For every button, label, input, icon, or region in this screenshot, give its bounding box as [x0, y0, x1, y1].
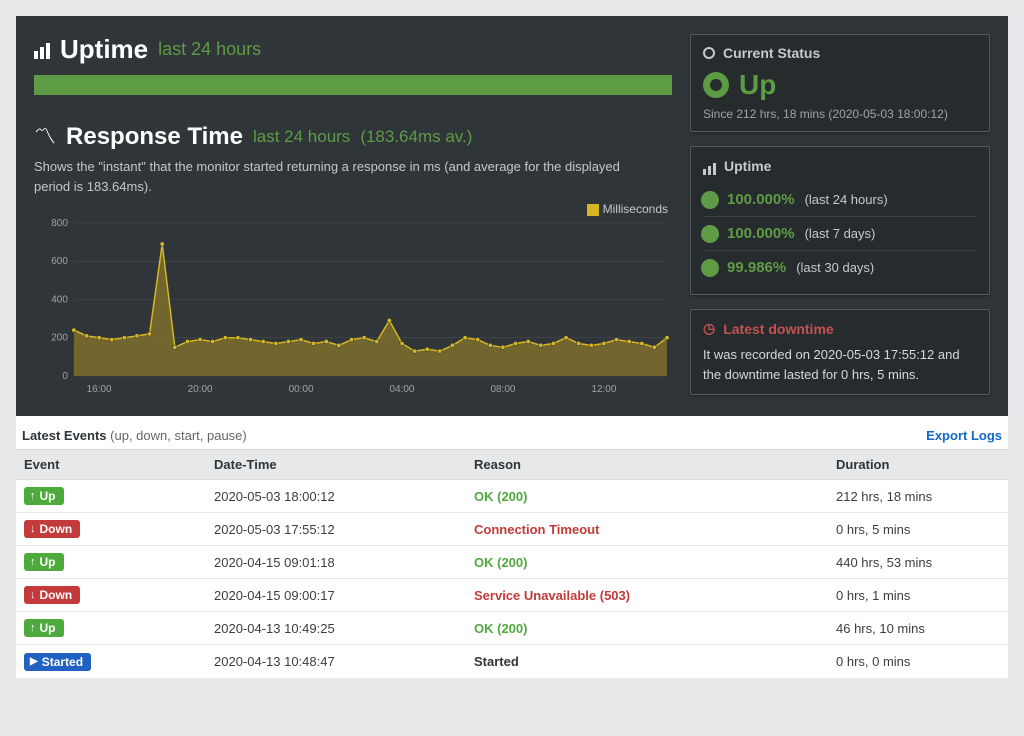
event-badge-up: ↑ Up [24, 487, 64, 505]
current-status-header-label: Current Status [723, 45, 820, 61]
events-title-rest: (up, down, start, pause) [110, 428, 247, 443]
svg-text:400: 400 [51, 294, 68, 305]
event-duration: 440 hrs, 53 mins [828, 546, 1008, 579]
table-row: ▶ Started 2020-04-13 10:48:47 Started 0 hrs… [16, 645, 1008, 679]
table-row: ↓ Down 2020-04-15 09:00:17 Service Unavail… [16, 579, 1008, 612]
starburst-icon [703, 227, 717, 241]
uptime-period: (last 24 hours) [805, 192, 888, 207]
uptime-row: 100.000% (last 24 hours) [703, 183, 977, 216]
latest-downtime-header: ◷ Latest downtime [703, 320, 977, 337]
status-up-text: Up [739, 69, 776, 101]
table-row: ↑ Up 2020-04-13 10:49:25 OK (200) 46 hrs, 1… [16, 612, 1008, 645]
current-status-card: Current Status Up Since 212 hrs, 18 mins… [690, 34, 990, 132]
uptime-pct: 100.000% [727, 225, 795, 242]
starburst-icon [703, 193, 717, 207]
uptime-card-header-label: Uptime [724, 158, 771, 174]
col-datetime: Date-Time [206, 450, 466, 480]
event-datetime: 2020-04-15 09:00:17 [206, 579, 466, 612]
warning-icon: ◷ [703, 320, 715, 337]
latest-downtime-card: ◷ Latest downtime It was recorded on 202… [690, 309, 990, 395]
uptime-rows: 100.000% (last 24 hours) 100.000% (last 7 d… [703, 183, 977, 284]
event-datetime: 2020-04-13 10:48:47 [206, 645, 466, 679]
event-reason: OK (200) [474, 489, 527, 504]
event-duration: 212 hrs, 18 mins [828, 480, 1008, 513]
chart-legend: Milliseconds [34, 202, 672, 216]
event-badge-down: ↓ Down [24, 586, 80, 604]
event-badge-up: ↑ Up [24, 553, 64, 571]
uptime-header: Uptime last 24 hours [34, 34, 672, 65]
uptime-pct: 100.000% [727, 191, 795, 208]
uptime-card: Uptime 100.000% (last 24 hours) 100.000% (l… [690, 146, 990, 295]
uptime-pct: 99.986% [727, 259, 786, 276]
current-status-header: Current Status [703, 45, 977, 61]
uptime-period: (last 30 days) [796, 260, 874, 275]
svg-text:200: 200 [51, 333, 68, 344]
response-time-sub2: (183.64ms av.) [360, 127, 472, 147]
left-column: Uptime last 24 hours 〽 Response Time las… [34, 34, 672, 398]
bars-icon [34, 41, 50, 59]
event-reason: OK (200) [474, 621, 527, 636]
uptime-subtitle: last 24 hours [158, 39, 261, 60]
event-duration: 0 hrs, 5 mins [828, 513, 1008, 546]
event-duration: 0 hrs, 1 mins [828, 579, 1008, 612]
event-badge-down: ↓ Down [24, 520, 80, 538]
svg-text:0: 0 [62, 371, 68, 382]
event-reason: Service Unavailable (503) [474, 588, 630, 603]
export-logs-link[interactable]: Export Logs [926, 428, 1002, 443]
response-time-header: 〽 Response Time last 24 hours (183.64ms … [34, 123, 672, 151]
svg-text:800: 800 [51, 218, 68, 229]
status-up-icon [703, 72, 729, 98]
pulse-icon: 〽 [34, 126, 56, 148]
table-row: ↓ Down 2020-05-03 17:55:12 Connection Time… [16, 513, 1008, 546]
events-table: Event Date-Time Reason Duration ↑ Up 2020… [16, 449, 1008, 679]
uptime-card-header: Uptime [703, 157, 977, 175]
event-datetime: 2020-05-03 18:00:12 [206, 480, 466, 513]
uptime-title: Uptime [60, 34, 148, 65]
svg-text:600: 600 [51, 256, 68, 267]
dashboard-dark-panel: Uptime last 24 hours 〽 Response Time las… [16, 16, 1008, 416]
event-badge-started: ▶ Started [24, 653, 91, 671]
event-datetime: 2020-04-15 09:01:18 [206, 546, 466, 579]
svg-text:16:00: 16:00 [87, 384, 112, 395]
starburst-icon [703, 261, 717, 275]
latest-downtime-header-label: Latest downtime [723, 321, 833, 337]
bars-icon [703, 157, 716, 175]
uptime-period: (last 7 days) [805, 226, 876, 241]
event-datetime: 2020-05-03 17:55:12 [206, 513, 466, 546]
legend-label: Milliseconds [603, 202, 668, 216]
event-reason: Connection Timeout [474, 522, 599, 537]
svg-text:04:00: 04:00 [390, 384, 415, 395]
events-title: Latest Events (up, down, start, pause) [22, 428, 247, 443]
events-panel: Latest Events (up, down, start, pause) E… [16, 416, 1008, 679]
svg-text:12:00: 12:00 [591, 384, 616, 395]
legend-swatch [587, 204, 599, 216]
event-reason: Started [474, 654, 519, 669]
table-row: ↑ Up 2020-05-03 18:00:12 OK (200) 212 hrs, … [16, 480, 1008, 513]
record-icon [703, 47, 715, 59]
latest-downtime-body: It was recorded on 2020-05-03 17:55:12 a… [703, 345, 977, 384]
col-duration: Duration [828, 450, 1008, 480]
status-since: Since 212 hrs, 18 mins (2020-05-03 18:00… [703, 107, 977, 121]
event-duration: 46 hrs, 10 mins [828, 612, 1008, 645]
event-datetime: 2020-04-13 10:49:25 [206, 612, 466, 645]
event-reason: OK (200) [474, 555, 527, 570]
col-event: Event [16, 450, 206, 480]
event-badge-up: ↑ Up [24, 619, 64, 637]
uptime-row: 100.000% (last 7 days) [703, 216, 977, 250]
right-column: Current Status Up Since 212 hrs, 18 mins… [690, 34, 990, 398]
svg-text:20:00: 20:00 [188, 384, 213, 395]
col-reason: Reason [466, 450, 828, 480]
uptime-bar-24h [34, 75, 672, 95]
table-row: ↑ Up 2020-04-15 09:01:18 OK (200) 440 hrs, … [16, 546, 1008, 579]
svg-text:08:00: 08:00 [490, 384, 515, 395]
svg-text:00:00: 00:00 [289, 384, 314, 395]
uptime-row: 99.986% (last 30 days) [703, 250, 977, 284]
response-time-chart[interactable]: 0 200 400 600 800 16:00 20:00 00:00 04:00 08:00 12… [34, 218, 672, 398]
response-time-desc: Shows the "instant" that the monitor sta… [34, 157, 654, 196]
event-duration: 0 hrs, 0 mins [828, 645, 1008, 679]
events-title-strong: Latest Events [22, 428, 107, 443]
response-time-sub1: last 24 hours [253, 127, 350, 147]
response-time-title: Response Time [66, 123, 243, 151]
